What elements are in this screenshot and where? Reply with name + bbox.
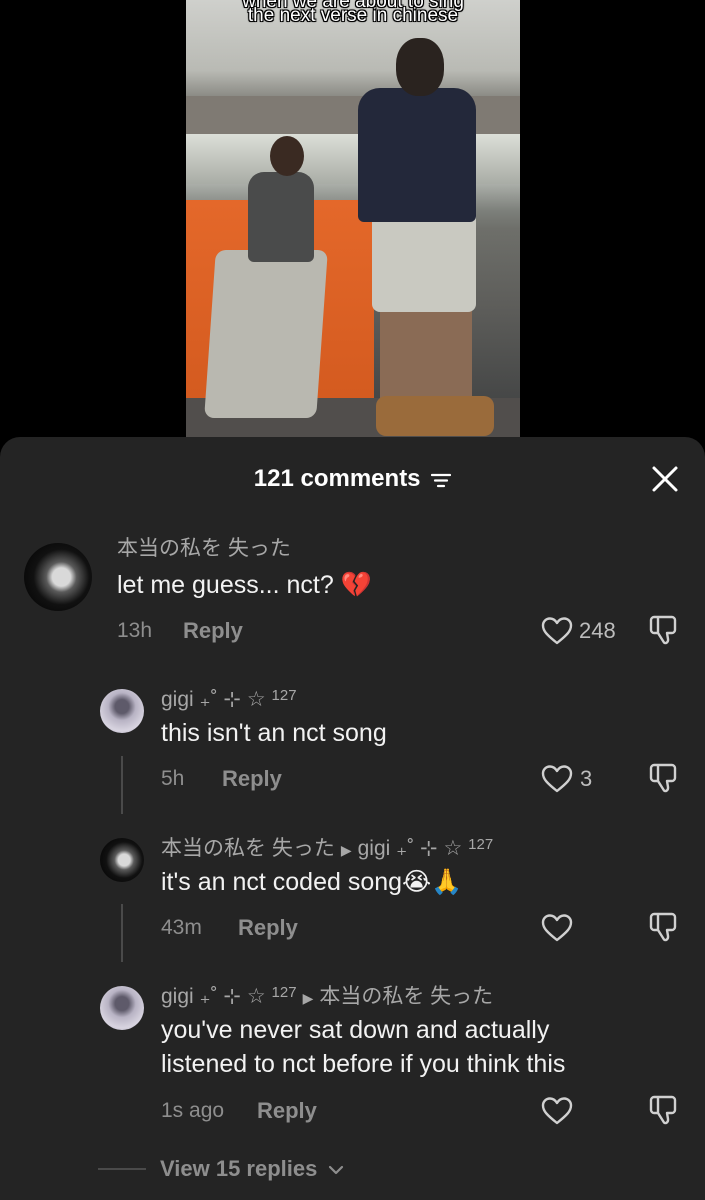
thumbs-down-icon[interactable] [648, 911, 680, 943]
broken-heart-emoji: 💔 [340, 570, 372, 599]
heart-outline-icon[interactable] [541, 1096, 573, 1126]
reply-arrow-icon: ▶ [302, 990, 314, 1006]
reply-timestamp: 43m [161, 916, 202, 939]
reply-button[interactable]: Reply [238, 915, 298, 941]
reply-button[interactable]: Reply [222, 766, 282, 792]
comment-text: let me guess... nct? 💔 [117, 568, 372, 602]
sort-lines-icon[interactable] [431, 472, 452, 488]
video-dancer-left-shirt [248, 172, 314, 262]
reply-username-text: gigi ₊˚ ⊹ ☆ [161, 688, 272, 711]
reply-to-username: gigi ₊˚ ⊹ ☆ [357, 837, 469, 860]
heart-outline-icon[interactable] [541, 764, 573, 794]
avatar[interactable] [100, 838, 144, 882]
heart-outline-icon[interactable] [541, 913, 573, 943]
thumbs-down-icon[interactable] [648, 762, 680, 794]
comments-sheet [0, 437, 705, 1200]
avatar[interactable] [24, 543, 92, 611]
video-dancer-right-shoes [376, 396, 494, 436]
reply-text: this isn't an nct song [161, 719, 387, 747]
chevron-down-icon [328, 1166, 343, 1175]
video-dancer-left-head [270, 136, 304, 176]
view-replies-label: View 15 replies [160, 1156, 318, 1181]
reply-username-text: 本当の私を 失った [161, 837, 335, 860]
reply-text: it's an nct coded song😭🙏 [161, 865, 462, 899]
heart-outline-icon[interactable] [541, 616, 573, 646]
avatar[interactable] [100, 689, 144, 733]
comment-username[interactable]: 本当の私を 失った [117, 536, 291, 562]
thread-line [121, 904, 123, 962]
comment-timestamp: 13h [117, 619, 153, 642]
reply-username[interactable]: 本当の私を 失った ▶ gigi ₊˚ ⊹ ☆ 127 [161, 832, 493, 863]
comment-text-body: let me guess... nct? [117, 571, 341, 599]
video-dancer-right-jacket [358, 88, 476, 222]
view-replies-divider [98, 1168, 146, 1170]
video-caption-line1: when we are about to sing [242, 0, 464, 12]
reply-arrow-icon: ▶ [340, 842, 352, 858]
reply-username-text: gigi ₊˚ ⊹ ☆ [161, 985, 272, 1008]
video-dancer-right-head [396, 38, 444, 96]
thumbs-down-icon[interactable] [648, 1094, 680, 1126]
thumbs-down-icon[interactable] [648, 614, 680, 646]
crying-praying-emoji: 😭🙏 [402, 867, 463, 896]
reply-username[interactable]: gigi ₊˚ ⊹ ☆ 127 [161, 683, 297, 713]
reply-text-line1: you've never sat down and actually [161, 1016, 550, 1044]
video-dancer-right-legs [380, 306, 472, 406]
avatar[interactable] [100, 986, 144, 1030]
reply-button[interactable]: Reply [183, 618, 243, 644]
comments-header[interactable]: 121 comments [0, 464, 705, 494]
thread-line [121, 756, 123, 814]
reply-to-username-sup: 127 [468, 836, 494, 853]
video-player[interactable]: when we are about to sing the next verse… [186, 0, 520, 440]
reply-timestamp: 1s ago [161, 1099, 225, 1122]
reply-text-line2: listened to nct before if you think this [161, 1050, 566, 1078]
close-icon[interactable] [648, 462, 682, 496]
reply-timestamp: 5h [161, 767, 185, 790]
reply-text: you've never sat down and actually liste… [161, 1013, 565, 1081]
reply-to-username: 本当の私を 失った [319, 985, 494, 1008]
video-dancer-left-pants [204, 250, 328, 418]
reply-username[interactable]: gigi ₊˚ ⊹ ☆ 127 ▶ 本当の私を 失った [161, 980, 493, 1011]
like-count: 3 [580, 766, 593, 791]
comments-count-title: 121 comments [253, 465, 421, 492]
reply-username-sup: 127 [271, 687, 297, 704]
reply-username-sup: 127 [271, 984, 297, 1001]
reply-text-body: it's an nct coded song [161, 868, 403, 896]
video-caption: when we are about to sing the next verse… [186, 0, 520, 26]
like-count: 248 [579, 618, 616, 643]
reply-button[interactable]: Reply [257, 1098, 317, 1124]
view-replies-button[interactable]: View 15 replies [160, 1155, 344, 1183]
